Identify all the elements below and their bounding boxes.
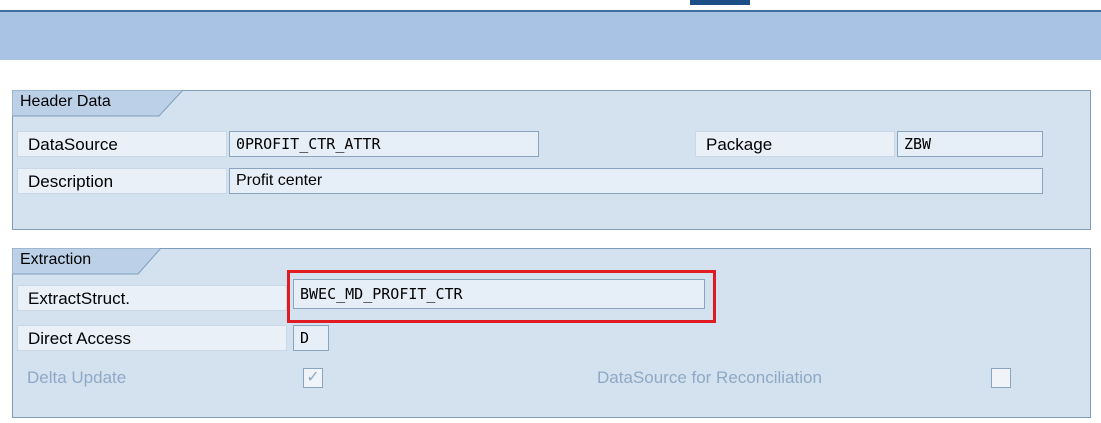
title-fragment (690, 0, 750, 5)
direct-access-field[interactable]: D (293, 325, 329, 351)
highlight-box (287, 270, 716, 323)
extraction-title: Extraction (20, 251, 92, 268)
header-data-tab: Header Data (12, 90, 184, 117)
extraction-tab: Extraction (12, 248, 162, 275)
reconciliation-checkbox[interactable] (991, 368, 1011, 388)
delta-update-label: Delta Update (27, 368, 127, 387)
delta-update-checkbox[interactable]: ✓ (303, 368, 323, 388)
header-data-group: Header Data DataSource 0PROFIT_CTR_ATTR … (12, 90, 1091, 230)
description-field[interactable]: Profit center (229, 168, 1043, 194)
datasource-field[interactable]: 0PROFIT_CTR_ATTR (229, 131, 539, 157)
title-bar (0, 0, 1101, 12)
package-field[interactable]: ZBW (897, 131, 1043, 157)
header-data-title: Header Data (20, 93, 111, 110)
description-label: Description (17, 168, 227, 194)
datasource-label: DataSource (17, 131, 227, 157)
application-toolbar (0, 12, 1101, 60)
checkmark-icon: ✓ (306, 369, 320, 386)
extractstruct-label: ExtractStruct. (17, 285, 287, 311)
direct-access-label: Direct Access (17, 325, 287, 351)
reconciliation-label: DataSource for Reconciliation (597, 368, 822, 387)
package-label: Package (695, 131, 895, 157)
